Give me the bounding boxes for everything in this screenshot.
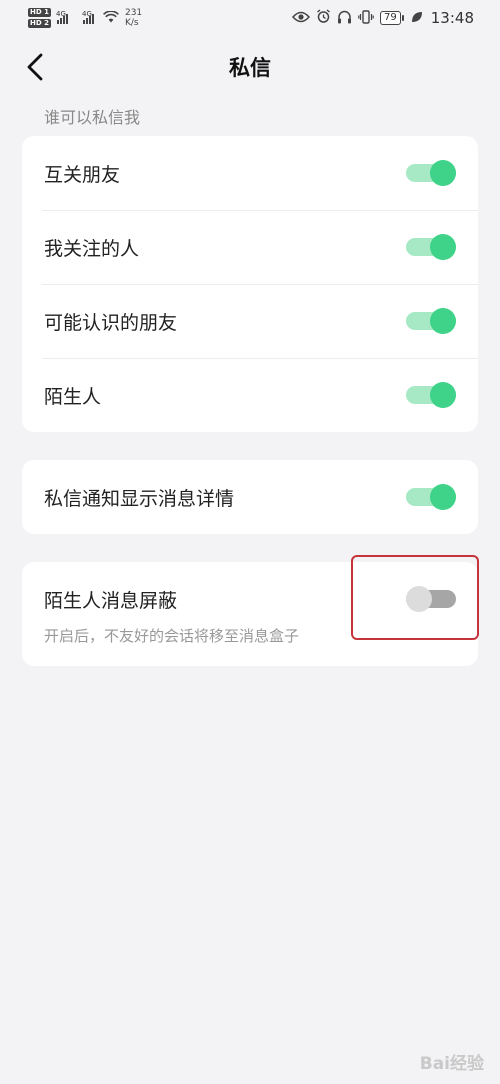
stranger-block-toggle[interactable]: [406, 586, 456, 612]
signal-icon-1: 4G: [55, 10, 71, 24]
setting-row-notify-details[interactable]: 私信通知显示消息详情: [22, 460, 478, 534]
setting-label: 陌生人消息屏蔽: [44, 590, 178, 612]
setting-label: 可能认识的朋友: [44, 311, 178, 334]
vibrate-icon: [358, 9, 374, 27]
hd2-badge: HD 2: [28, 19, 51, 28]
setting-label: 陌生人: [44, 385, 102, 408]
back-button[interactable]: [20, 50, 50, 84]
may-know-toggle[interactable]: [406, 308, 456, 334]
strangers-toggle[interactable]: [406, 382, 456, 408]
notify-details-toggle[interactable]: [406, 484, 456, 510]
setting-row-mutual-friends[interactable]: 互关朋友: [22, 136, 478, 210]
toggle-knob: [430, 308, 456, 334]
eye-icon: [292, 11, 311, 26]
nav-bar: 私信: [0, 36, 500, 98]
toggle-knob: [430, 234, 456, 260]
clock-time: 13:48: [430, 9, 474, 27]
battery-indicator: 79: [380, 11, 404, 25]
status-right: 79 13:48: [292, 9, 474, 27]
status-bar: HD 1 HD 2 4G 4G 231 K/s 79 13:48: [0, 0, 500, 36]
who-can-message-card: 互关朋友 我关注的人 可能认识的朋友 陌生人: [22, 136, 478, 432]
watermark-logo: Bai经验: [420, 1049, 484, 1074]
following-toggle[interactable]: [406, 234, 456, 260]
toggle-knob: [430, 160, 456, 186]
leaf-icon: [411, 11, 423, 26]
setting-label: 互关朋友: [44, 163, 121, 186]
toggle-knob: [430, 382, 456, 408]
toggle-knob: [406, 586, 432, 612]
network-type-2: 4G: [81, 10, 92, 18]
chevron-left-icon: [27, 53, 43, 81]
signal-icon-2: 4G: [81, 10, 97, 24]
setting-texts: 陌生人消息屏蔽 开启后，不友好的会话将移至消息盒子: [44, 562, 299, 646]
headphones-icon: [337, 10, 352, 27]
network-speed: 231 K/s: [125, 8, 142, 28]
status-left: HD 1 HD 2 4G 4G 231 K/s: [28, 8, 142, 28]
notification-card: 私信通知显示消息详情: [22, 460, 478, 534]
alarm-icon: [316, 9, 331, 27]
setting-row-stranger-block[interactable]: 陌生人消息屏蔽 开启后，不友好的会话将移至消息盒子: [22, 562, 478, 666]
mutual-friends-toggle[interactable]: [406, 160, 456, 186]
toggle-knob: [430, 484, 456, 510]
setting-row-following[interactable]: 我关注的人: [22, 210, 478, 284]
speed-unit: K/s: [124, 18, 139, 28]
setting-description: 开启后，不友好的会话将移至消息盒子: [44, 627, 300, 645]
network-type-1: 4G: [55, 10, 66, 18]
watermark-text: Bai经验: [419, 1054, 484, 1074]
section-label-who-can-message: 谁可以私信我: [44, 108, 141, 127]
hd-indicators: HD 1 HD 2: [28, 8, 51, 28]
wifi-icon: [103, 9, 119, 26]
setting-label: 私信通知显示消息详情: [44, 487, 235, 510]
page-title: 私信: [229, 56, 271, 80]
setting-row-strangers[interactable]: 陌生人: [22, 358, 478, 432]
hd1-badge: HD 1: [28, 8, 51, 17]
speed-value: 231: [124, 8, 143, 18]
setting-label: 我关注的人: [44, 237, 140, 260]
stranger-block-card: 陌生人消息屏蔽 开启后，不友好的会话将移至消息盒子: [22, 562, 478, 666]
setting-row-may-know[interactable]: 可能认识的朋友: [22, 284, 478, 358]
